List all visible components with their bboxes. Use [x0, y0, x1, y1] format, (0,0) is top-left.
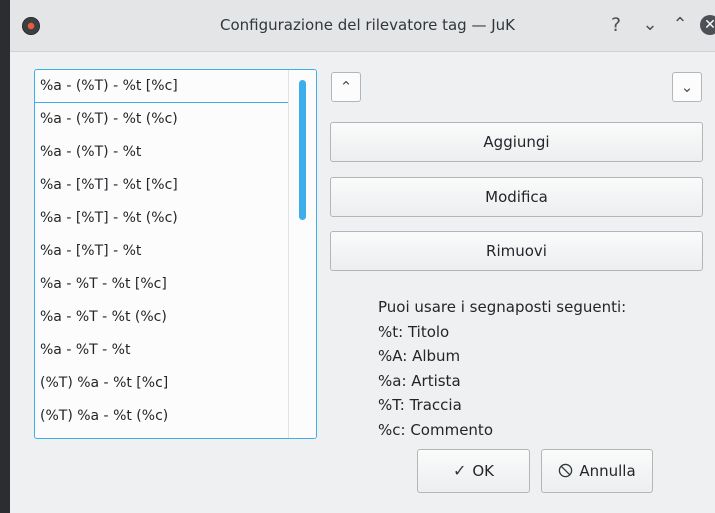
move-down-button[interactable]: ⌄ — [672, 72, 702, 102]
list-item[interactable]: (%T) %a - %t (%c) — [35, 400, 289, 433]
list-item[interactable]: (%T) %a - %t [%c] — [35, 367, 289, 400]
add-button[interactable]: Aggiungi — [330, 122, 703, 162]
scrollbar-thumb[interactable] — [299, 80, 306, 220]
minimize-icon[interactable]: ⌄ — [639, 13, 661, 37]
placeholder-intro: Puoi usare i segnaposti seguenti: — [378, 298, 627, 316]
edit-button[interactable]: Modifica — [330, 177, 703, 217]
help-icon[interactable]: ? — [605, 13, 627, 37]
cancel-button[interactable]: Annulla — [541, 449, 653, 493]
ok-button[interactable]: ✓ OK — [417, 449, 530, 493]
maximize-icon[interactable]: ⌃ — [669, 13, 691, 37]
list-item[interactable]: %a - [%T] - %t [%c] — [35, 169, 289, 202]
chevron-down-icon: ⌄ — [680, 78, 694, 96]
placeholder-line: %t: Titolo — [378, 322, 450, 341]
remove-button[interactable]: Rimuovi — [330, 231, 703, 271]
placeholder-help: Puoi usare i segnaposti seguenti: %t: Ti… — [378, 295, 698, 442]
list-item[interactable]: %a - [%T] - %t (%c) — [35, 202, 289, 235]
cancel-label: Annulla — [579, 462, 636, 480]
list-item[interactable]: %a - (%T) - %t [%c] — [35, 70, 289, 103]
list-item[interactable]: %a - %T - %t (%c) — [35, 301, 289, 334]
list-item[interactable]: %a - %T - %t — [35, 334, 289, 367]
list-item[interactable]: %a - [%T] - %t — [35, 235, 289, 268]
placeholder-line: %A: Album — [378, 347, 461, 365]
tag-guesser-config-dialog: Configurazione del rilevatore tag — JuK … — [10, 0, 715, 513]
chevron-up-icon: ⌃ — [339, 78, 353, 96]
placeholder-line: %a: Artista — [378, 371, 461, 390]
list-item[interactable]: %a - %T - %t [%c] — [35, 268, 289, 301]
move-up-button[interactable]: ⌃ — [331, 72, 361, 102]
list-item[interactable]: %a - (%T) - %t — [35, 136, 289, 169]
cancel-icon — [558, 450, 573, 492]
checkmark-icon: ✓ — [452, 461, 467, 480]
list-item[interactable]: %a - (%T) - %t (%c) — [35, 103, 289, 136]
placeholder-line: %T: Traccia — [378, 396, 462, 414]
scrollbar[interactable] — [288, 70, 316, 438]
scheme-list[interactable]: %a - (%T) - %t [%c] %a - (%T) - %t (%c) … — [34, 69, 317, 439]
ok-label: OK — [472, 462, 495, 480]
placeholder-line: %c: Commento — [378, 420, 493, 439]
close-icon[interactable]: ✕ — [700, 15, 715, 35]
title-bar[interactable]: Configurazione del rilevatore tag — JuK … — [10, 0, 715, 52]
window-title: Configurazione del rilevatore tag — JuK — [220, 16, 515, 34]
